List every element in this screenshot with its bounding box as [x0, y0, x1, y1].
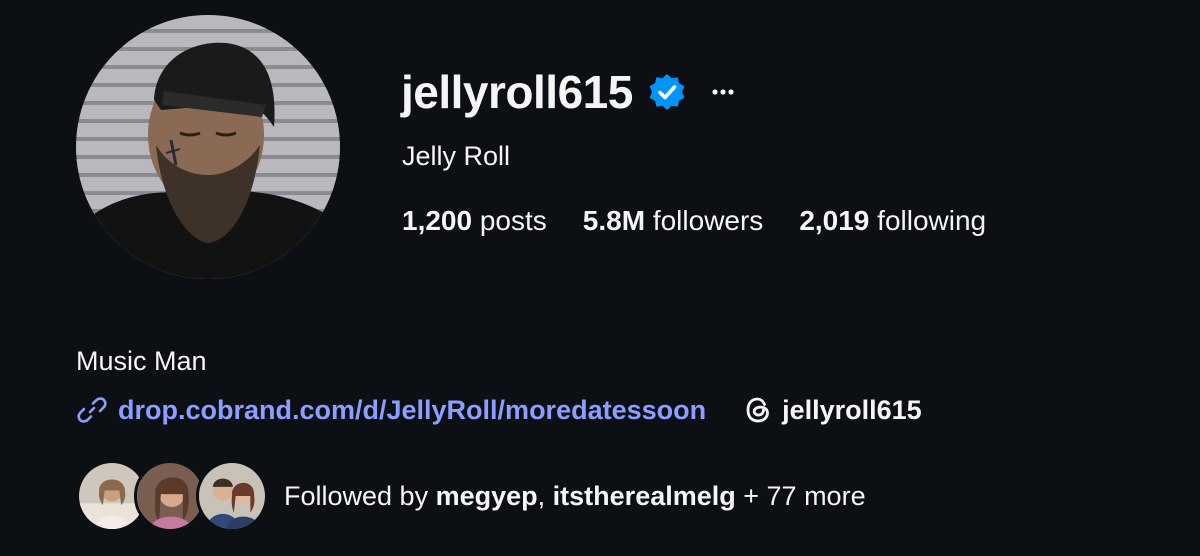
profile-full-name: Jelly Roll	[402, 141, 511, 171]
avatar-photo	[76, 42, 340, 279]
profile-stats: 1,200 posts 5.8M followers 2,019 followi…	[402, 204, 1022, 238]
following-label: following	[877, 205, 987, 236]
mutual-follower-2: itstherealmelg	[552, 480, 736, 511]
username-row: jellyroll615	[401, 62, 737, 122]
link-icon	[76, 394, 108, 426]
threads-icon	[742, 394, 774, 426]
followed-by-text: Followed by megyep, itstherealmelg + 77 …	[284, 481, 866, 512]
mutual-followers-avatars	[76, 460, 268, 532]
following-count: 2,019	[799, 205, 870, 236]
profile-bio: Music Man	[76, 346, 207, 376]
verified-badge-icon	[647, 72, 687, 112]
followers-count: 5.8M	[582, 205, 646, 236]
threads-badge[interactable]: jellyroll615	[742, 394, 922, 426]
threads-handle: jellyroll615	[782, 394, 922, 425]
posts-count: 1,200	[402, 205, 473, 236]
followed-by-more: + 77 more	[743, 480, 866, 511]
mutual-follower-1: megyep	[435, 480, 538, 511]
followers-label: followers	[652, 205, 764, 236]
following-stat[interactable]: 2,019 following	[799, 204, 986, 238]
followed-by-row[interactable]: Followed by megyep, itstherealmelg + 77 …	[76, 460, 866, 532]
bio-link[interactable]: drop.cobrand.com/d/JellyRoll/moredatesso…	[118, 395, 706, 426]
posts-stat[interactable]: 1,200 posts	[402, 204, 547, 238]
profile-page: jellyroll615 Jelly Roll 1,200 posts 5.8M…	[0, 0, 1200, 556]
followed-by-separator: ,	[537, 480, 546, 511]
profile-username: jellyroll615	[401, 66, 633, 118]
profile-avatar[interactable]	[76, 15, 340, 279]
mutual-follower-avatar	[196, 460, 268, 532]
more-options-icon[interactable]	[709, 78, 737, 106]
followed-by-prefix: Followed by	[284, 480, 429, 511]
posts-label: posts	[479, 205, 547, 236]
bio-links-row: drop.cobrand.com/d/JellyRoll/moredatesso…	[76, 391, 922, 429]
followers-stat[interactable]: 5.8M followers	[583, 204, 764, 238]
